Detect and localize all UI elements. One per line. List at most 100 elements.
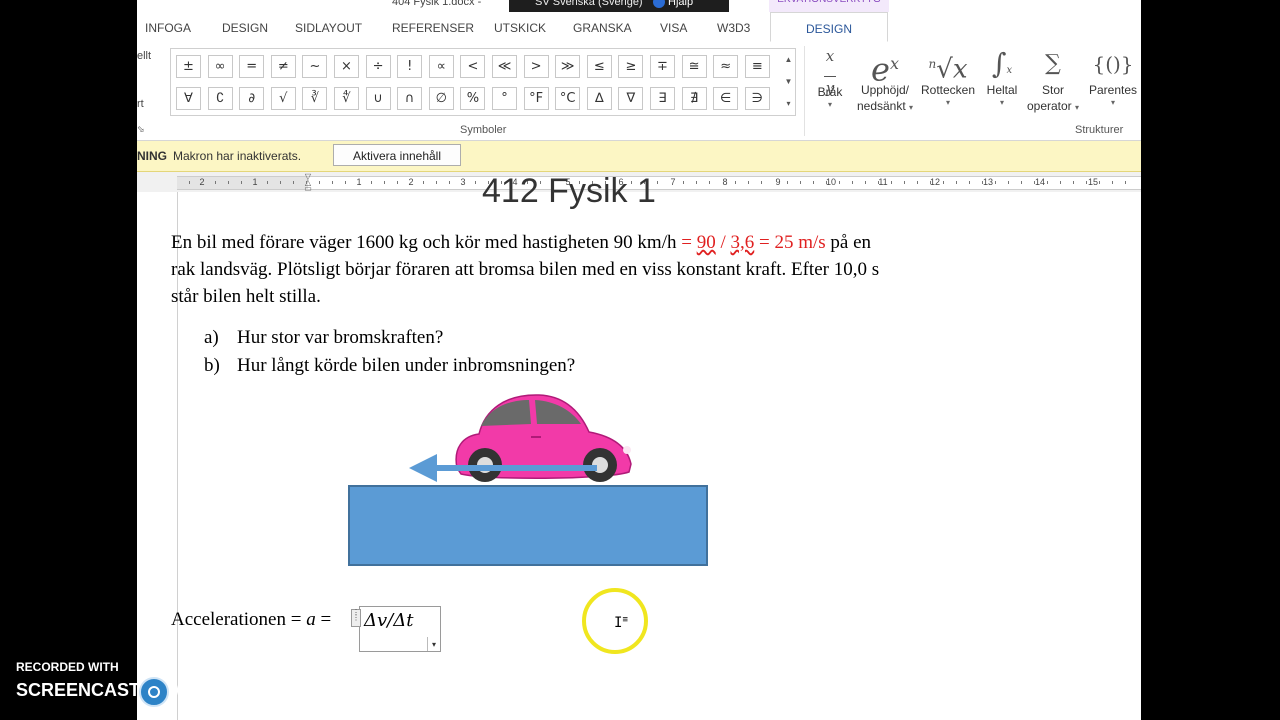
equation-content[interactable]: Δv/Δt [364,610,413,631]
symbol-button[interactable]: ≈ [713,55,739,78]
symbol-button[interactable]: ∞ [207,55,233,78]
symbol-button[interactable]: × [334,55,359,78]
tab-granska[interactable]: GRANSKA [573,21,632,35]
symbol-button[interactable]: ° [492,87,517,110]
fraction-label: Bråk [817,85,843,99]
symbol-button[interactable]: > [523,55,549,78]
symbol-button[interactable]: ! [397,55,423,78]
symbol-button[interactable]: ≠ [270,55,296,78]
enable-content-button[interactable]: Aktivera innehåll [333,144,461,166]
ruler-tick [1112,181,1113,184]
equation-handle-icon[interactable]: ⋮ ⋮ [351,609,361,627]
ribbon: ellt rt ⬂ ± ∞ = ≠ ~ × ÷! ∝ < ≪ > ≫ ≤ ≥ ∓ ≅ ≈ ≡ ∀ ∁ ∂ √ ∛ ∜ ∪ ∩ ∅% °… [137,42,1141,141]
tab-sidlayout[interactable]: SIDLAYOUT [295,21,362,35]
tab-w3d3[interactable]: W3D3 [717,21,750,35]
acceleration-text: Accelerationen = [171,609,307,630]
symbol-button[interactable]: ∛ [302,87,328,110]
text-cursor-icon: I≡ [614,615,628,631]
question-a[interactable]: a) Hur stor var bromskraften? [204,327,443,349]
question-b[interactable]: b) Hur långt körde bilen under inbromsnin… [204,355,575,377]
problem-paragraph[interactable]: En bil med förare väger 1600 kg och kör … [171,229,1001,310]
watermark-line1: RECORDED WITH [16,660,119,674]
symbol-button[interactable]: ≥ [618,55,644,78]
symbol-button[interactable]: ± [176,55,201,78]
symbol-button[interactable]: ≡ [744,55,770,78]
symbol-button[interactable]: = [239,55,265,78]
symbol-button[interactable]: ∪ [365,87,391,110]
ruler-tick [891,181,892,184]
symbol-button[interactable]: % [460,87,486,110]
symbol-button[interactable]: ≤ [586,55,612,78]
symbol-button[interactable]: °C [555,87,581,110]
structures-group-label: Strukturer [1075,124,1124,136]
indent-marker-icon[interactable]: ▽ △ ▭ [303,173,313,193]
large-operator-button[interactable]: ∑ Stor operator ▾ [1025,46,1081,116]
ruler-number: 13 [982,177,994,187]
symbol-button[interactable]: ∀ [176,87,201,110]
ruler-tick [241,181,242,184]
tab-infoga[interactable]: INFOGA [145,21,191,35]
ribbon-left-fragment[interactable]: ellt [137,50,151,62]
dialog-launcher-icon[interactable]: ⬂ [137,124,145,135]
tab-equation-design[interactable]: DESIGN [770,12,888,42]
ruler-tick [475,181,476,184]
symbol-button[interactable]: ∋ [744,87,770,110]
ruler-tick [215,181,216,184]
symbol-button[interactable]: ∄ [681,87,707,110]
help-button[interactable]: Hjälp [653,0,693,9]
symbol-button[interactable]: ∆ [586,87,612,110]
symbol-button[interactable]: ∈ [713,87,739,110]
tab-visa[interactable]: VISA [660,21,687,35]
symbol-button[interactable]: ≅ [681,55,707,78]
scroll-down-icon[interactable]: ▼ [782,71,795,93]
car-illustration[interactable] [345,390,715,572]
symbol-button[interactable]: ~ [302,55,328,78]
ruler-tick [384,181,385,184]
language-indicator[interactable]: SV Svenska (Sverige) [509,0,729,12]
integral-button[interactable]: ∫x Heltal ▾ [983,46,1021,107]
gallery-expand-icon[interactable]: ▾ [782,93,795,115]
bracket-button[interactable]: {()} Parentes ▾ [1085,46,1141,107]
ruler-tick [423,181,424,184]
list-label: b) [204,355,220,376]
ruler-tick [1060,181,1061,184]
ribbon-left-fragment[interactable]: rt [137,98,144,110]
symbol-button[interactable]: √ [270,87,296,110]
symbol-button[interactable]: ∝ [428,55,454,78]
radical-button[interactable]: n√x Rottecken ▾ [919,46,977,107]
equation-options-icon[interactable]: ▾ [427,637,440,651]
symbols-gallery-scroll[interactable]: ▲ ▼ ▾ [782,48,796,116]
symbol-button[interactable]: ≫ [555,55,581,78]
ruler-margin [177,176,308,190]
ruler-tick [1125,181,1126,184]
message-bar-text: Makron har inaktiverats. [173,149,302,163]
symbol-button[interactable]: ∂ [239,87,265,110]
ruler-number: 11 [878,177,888,187]
tab-utskick[interactable]: UTSKICK [494,21,546,35]
symbol-button[interactable]: °F [523,87,549,110]
symbol-button[interactable]: ∓ [650,55,675,78]
symbol-button[interactable]: ÷ [365,55,391,78]
symbol-button[interactable]: ∁ [207,87,233,110]
ruler-tick [1086,181,1087,184]
symbol-button[interactable]: ∜ [334,87,359,110]
equation-box[interactable]: ⋮ ⋮ Δv/Δt ▾ [351,606,441,652]
ruler-tick [709,181,710,184]
acceleration-line[interactable]: Accelerationen = a = [171,609,331,631]
script-button[interactable]: ex Upphöjd/ nedsänkt ▾ [853,46,917,116]
tab-design[interactable]: DESIGN [222,21,268,35]
integral-icon: ∫x [991,47,1013,80]
tab-referenser[interactable]: REFERENSER [392,21,474,35]
symbol-button[interactable]: ∇ [618,87,644,110]
document-heading: 412 Fysik 1 [482,172,656,210]
ruler-tick [371,181,372,184]
symbol-button[interactable]: < [460,55,486,78]
scroll-up-icon[interactable]: ▲ [782,49,795,71]
ruler-tick [969,181,970,184]
symbol-button[interactable]: ∅ [428,87,454,110]
symbol-button[interactable]: ≪ [492,55,517,78]
ruler-strip [177,176,1141,190]
symbol-button[interactable]: ∃ [650,87,675,110]
symbol-button[interactable]: ∩ [397,87,423,110]
fraction-button[interactable]: xy Bråk ▾ [812,46,848,109]
